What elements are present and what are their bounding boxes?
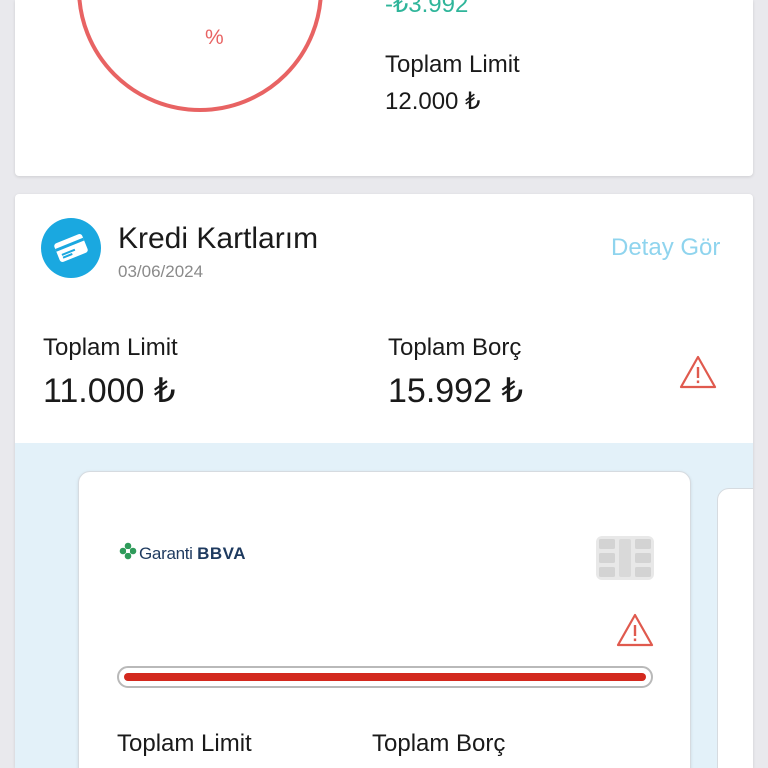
credit-cards-card: Kredi Kartlarım 03/06/2024 Detay Gör Top…	[15, 194, 753, 768]
card-limit-label: Toplam Limit	[117, 730, 252, 757]
card-chip-icon	[596, 536, 654, 585]
total-limit-value: 12.000 ₺	[385, 88, 481, 115]
credit-card-icon	[41, 218, 101, 278]
card-debt-label: Toplam Borç	[372, 730, 506, 757]
card-warning-icon[interactable]	[615, 612, 655, 653]
donut-percent-sign: %	[205, 26, 224, 49]
section-title: Kredi Kartlarım	[118, 222, 319, 255]
limit-usage-donut	[77, 0, 323, 112]
cards-total-limit-value: 11.000 ₺	[43, 372, 176, 410]
clover-icon	[119, 542, 137, 565]
cards-total-debt-value: 15.992 ₺	[388, 372, 524, 410]
limit-summary-card: % -₺3.992 Toplam Limit 12.000 ₺	[15, 0, 753, 176]
next-bank-card[interactable]	[717, 488, 753, 768]
bank-logo-text: Garanti BBVA	[139, 543, 247, 563]
bank-logo: Garanti BBVA	[119, 542, 246, 565]
limit-usage-fill	[124, 673, 646, 681]
card-carousel[interactable]: Garanti BBVA Toplam Limit Toplam Borç	[15, 443, 753, 768]
detail-link[interactable]: Detay Gör	[611, 234, 720, 262]
available-limit-amount: -₺3.992	[385, 0, 469, 18]
cards-total-limit-label: Toplam Limit	[43, 334, 178, 361]
warning-icon[interactable]	[678, 354, 718, 395]
total-limit-label: Toplam Limit	[385, 51, 520, 78]
cards-total-debt-label: Toplam Borç	[388, 334, 522, 361]
section-date: 03/06/2024	[118, 262, 204, 281]
limit-usage-bar	[117, 666, 653, 688]
bank-card[interactable]: Garanti BBVA Toplam Limit Toplam Borç	[78, 471, 691, 768]
